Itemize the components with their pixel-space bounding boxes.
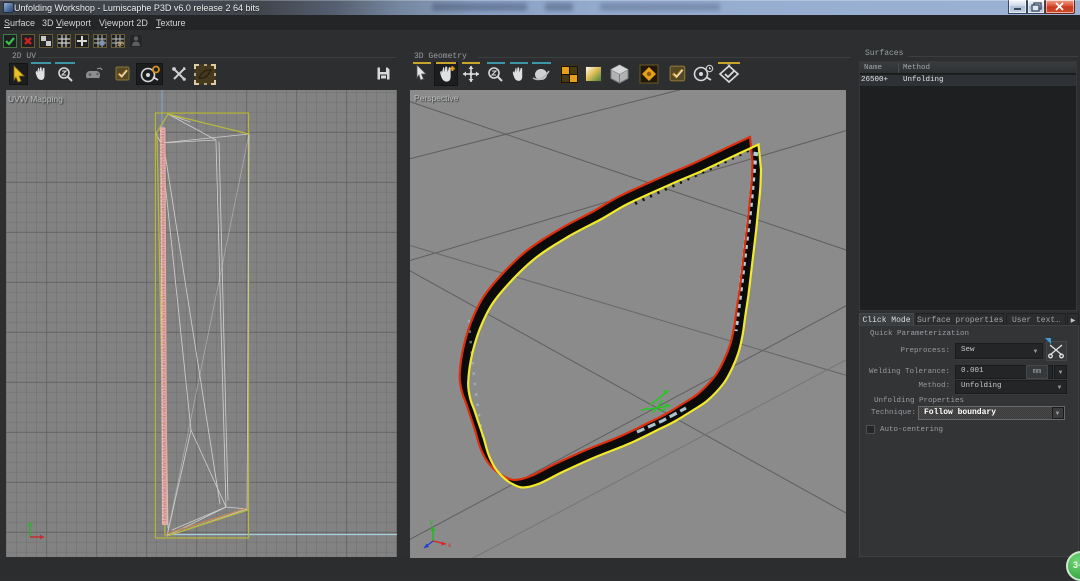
svg-text:Perspective: Perspective [414, 93, 459, 103]
svg-text:10: 10 [117, 42, 124, 47]
svg-text:UVW Mapping: UVW Mapping [8, 94, 63, 104]
svg-text:x: x [448, 543, 451, 549]
svg-text:y: y [430, 520, 433, 526]
